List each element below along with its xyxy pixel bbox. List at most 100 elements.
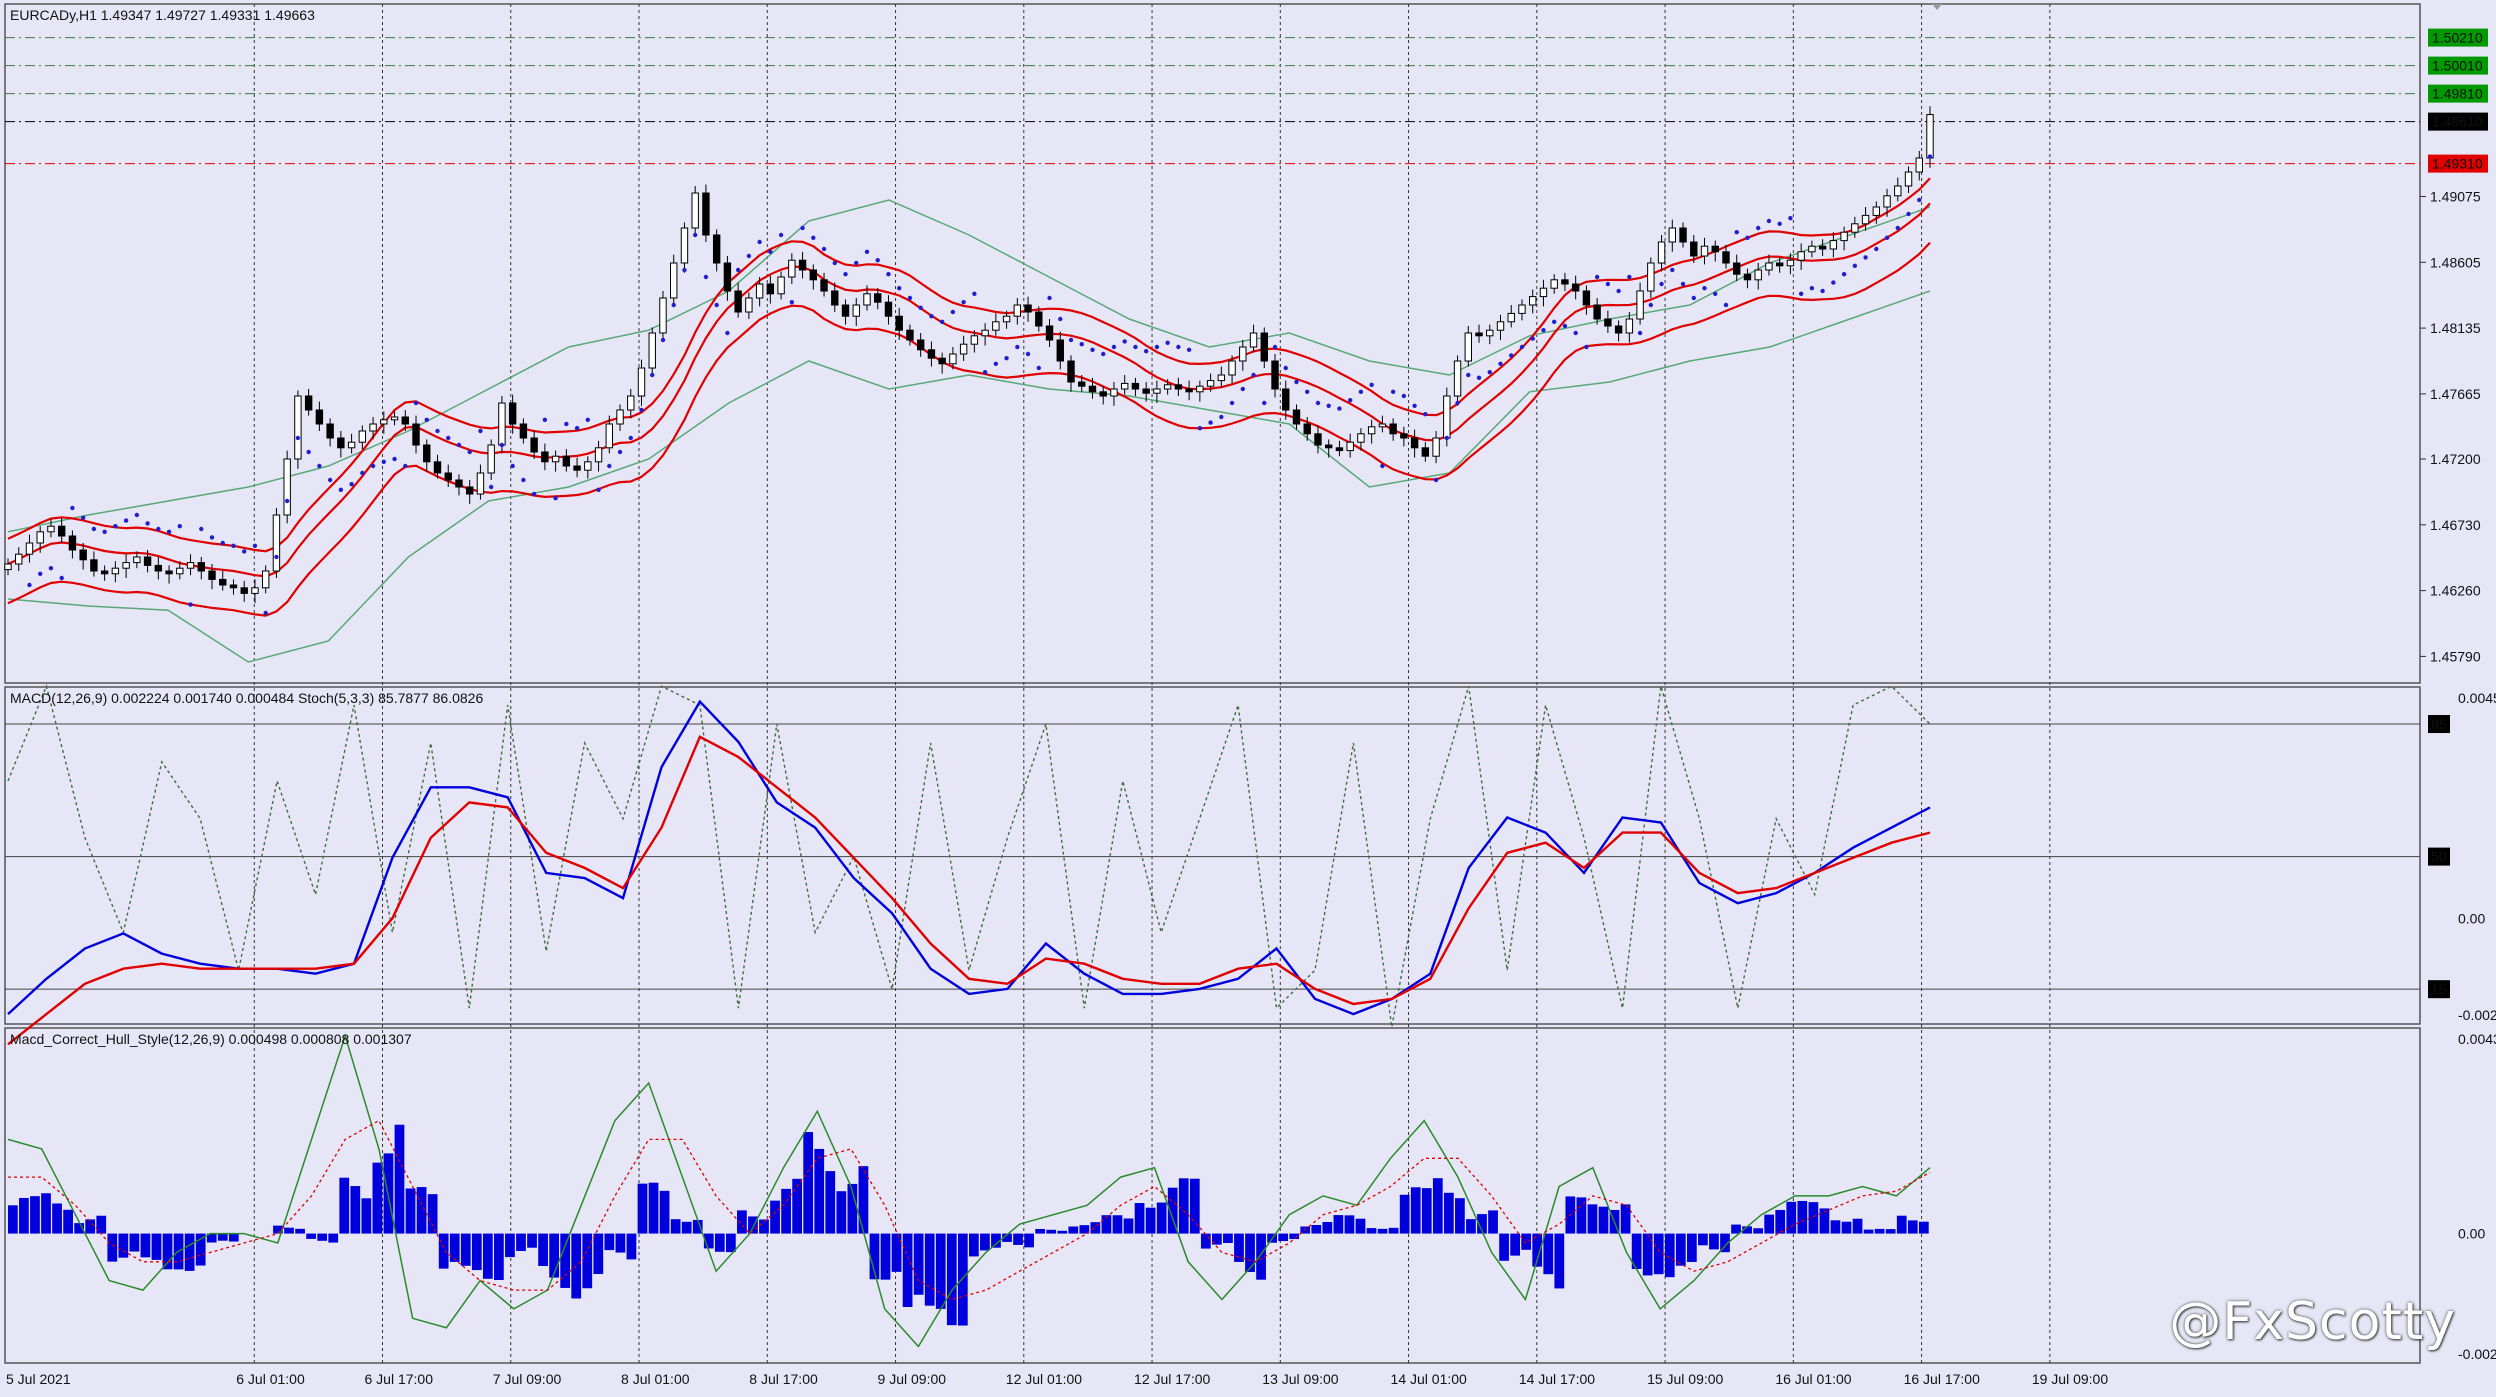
candle xyxy=(1604,318,1612,327)
hull-histogram-bar xyxy=(615,1233,626,1253)
sar-dot xyxy=(918,305,923,310)
candle xyxy=(1314,433,1322,446)
sar-dot xyxy=(585,417,591,422)
candle xyxy=(1614,325,1623,334)
hull-histogram-bar xyxy=(560,1233,571,1288)
candle xyxy=(240,587,248,594)
hull-histogram-bar xyxy=(1278,1233,1289,1242)
candle xyxy=(1013,304,1022,317)
candle xyxy=(1239,346,1247,362)
candle xyxy=(1894,185,1902,197)
candle xyxy=(15,553,23,565)
candle xyxy=(1271,360,1279,390)
candle xyxy=(809,269,818,281)
hull-histogram-bar xyxy=(737,1210,747,1234)
candle xyxy=(1153,388,1161,394)
sar-dot xyxy=(574,426,580,431)
hull-axis-label: -0.00275 xyxy=(2458,1346,2496,1362)
candle xyxy=(251,587,259,594)
hull-histogram-bar xyxy=(85,1219,96,1234)
sar-dot xyxy=(553,496,558,501)
candle xyxy=(1217,374,1226,382)
candle xyxy=(337,437,345,449)
hull-histogram-bar xyxy=(295,1228,305,1234)
price-axis-label: 1.48605 xyxy=(2430,254,2481,270)
hull-histogram-bar xyxy=(1907,1220,1918,1234)
hull-histogram-bar xyxy=(803,1132,814,1234)
sar-dot xyxy=(1197,426,1203,431)
hull-histogram-bar xyxy=(604,1233,615,1251)
hull-histogram-bar xyxy=(228,1233,239,1242)
candle xyxy=(874,293,882,303)
time-axis-label: 6 Jul 01:00 xyxy=(236,1371,305,1387)
candle xyxy=(519,423,528,439)
sar-dot xyxy=(252,543,258,548)
macd-panel[interactable]: 85 50 15 0.004589 0.00 -0.002097 MACD(12,26,9)… xyxy=(5,683,2496,1046)
candle xyxy=(1496,321,1505,331)
hull-histogram-bar xyxy=(494,1233,504,1281)
hull-panel[interactable]: 0.004368 0.00 -0.00275 Macd_Correct_Hull_St… xyxy=(7,1031,2496,1362)
sar-dot xyxy=(327,477,333,483)
candle xyxy=(1421,447,1430,457)
sar-dot xyxy=(134,512,140,518)
candle xyxy=(938,357,946,365)
candle xyxy=(831,290,839,306)
candle xyxy=(1550,279,1558,289)
candle xyxy=(1636,290,1644,320)
sar-dot xyxy=(1584,344,1589,350)
sar-dot xyxy=(231,543,236,548)
hull-histogram-bar xyxy=(438,1233,449,1269)
candle xyxy=(412,423,420,446)
hull-histogram-bar xyxy=(19,1197,29,1234)
candle xyxy=(219,578,227,586)
sar-dot xyxy=(166,529,172,534)
candle xyxy=(111,567,120,575)
hull-histogram-bar xyxy=(1664,1233,1675,1278)
sar-dot xyxy=(929,314,934,319)
candle xyxy=(863,293,871,306)
sar-dot xyxy=(1519,344,1525,350)
sar-dot xyxy=(1863,255,1868,260)
hull-histogram-bar xyxy=(361,1198,372,1234)
candle xyxy=(304,395,313,411)
candle xyxy=(1539,287,1548,298)
hull-histogram-bar xyxy=(184,1233,195,1271)
candle xyxy=(1346,441,1354,452)
sar-dot xyxy=(972,291,977,296)
hull-histogram-bar xyxy=(814,1148,825,1234)
hull-histogram-bar xyxy=(582,1233,593,1289)
sar-dot xyxy=(1219,414,1224,420)
sar-dot xyxy=(886,272,891,277)
sar-dot xyxy=(542,417,548,422)
sar-dot xyxy=(1444,435,1450,441)
candle xyxy=(423,444,431,463)
candle xyxy=(573,465,581,471)
sar-dot xyxy=(263,610,268,616)
candle xyxy=(122,562,130,569)
hull-histogram-bar xyxy=(891,1233,902,1272)
chart-shift-marker[interactable] xyxy=(1932,4,1942,10)
sar-dot xyxy=(177,524,182,529)
sar-dot xyxy=(768,249,773,254)
macd-axis-label: 0.00 xyxy=(2458,910,2485,926)
hull-histogram-bar xyxy=(1841,1221,1852,1234)
sar-dot xyxy=(1691,295,1696,301)
price-panel[interactable]: 1.50210 1.50010 1.49810 1.49610 1.49310 1.490… xyxy=(4,7,2488,664)
candle xyxy=(1292,409,1301,425)
candle xyxy=(1518,304,1526,314)
hull-signal-line xyxy=(8,1119,1931,1301)
time-axis-label: 14 Jul 17:00 xyxy=(1519,1371,1595,1387)
trading-chart[interactable]: 5 Jul 2021 6 Jul 01:00 6 Jul 17:00 7 Jul 09… xyxy=(0,0,2496,1397)
sar-dot xyxy=(1015,344,1020,350)
candle xyxy=(1067,360,1075,383)
candle xyxy=(1475,332,1483,337)
hull-histogram-bar xyxy=(527,1233,537,1248)
hull-histogram-bar xyxy=(1764,1214,1775,1234)
sar-dot xyxy=(1756,225,1761,231)
candle xyxy=(1045,325,1054,341)
hull-histogram-bar xyxy=(549,1233,559,1278)
time-axis-label: 12 Jul 17:00 xyxy=(1134,1371,1210,1387)
sar-dot xyxy=(1476,375,1482,380)
hull-histogram-bar xyxy=(659,1190,670,1234)
candle xyxy=(1722,251,1730,264)
